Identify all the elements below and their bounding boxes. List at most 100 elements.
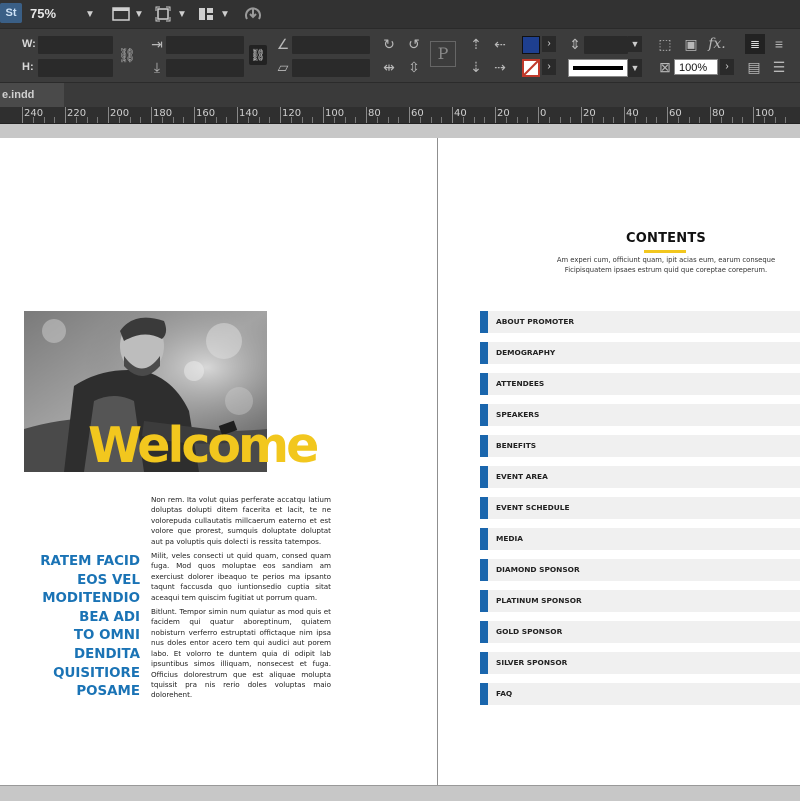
contents-item[interactable]: BENEFITS	[480, 435, 800, 457]
rotation-angle-field[interactable]	[292, 36, 370, 54]
ruler-major-tick	[538, 107, 539, 123]
stroke-weight-stepper-icon[interactable]: ⇕	[566, 36, 584, 52]
shear-angle-field[interactable]	[292, 59, 370, 77]
ruler-minor-tick	[473, 117, 475, 123]
contents-item-marker	[480, 435, 488, 457]
document-tab[interactable]: e.indd	[0, 83, 64, 107]
ruler-major-tick	[495, 107, 496, 123]
rotate-clockwise-icon[interactable]: ↻	[380, 36, 398, 52]
stroke-type-select[interactable]	[568, 59, 628, 77]
horizontal-ruler[interactable]: 240 220 200 180 160 140 120 100 80 60 40 20 0 20 40 60 8…	[0, 107, 800, 124]
contents-title[interactable]: CONTENTS	[518, 231, 800, 246]
rotate-counterclockwise-icon[interactable]: ↺	[405, 36, 423, 52]
opacity-chevron-right-icon[interactable]: ›	[720, 59, 734, 75]
select-next-icon[interactable]: ⇢	[491, 59, 509, 75]
ruler-minor-tick	[613, 117, 615, 123]
stroke-weight-field[interactable]	[584, 36, 628, 54]
ruler-minor-tick	[312, 117, 314, 123]
contents-item[interactable]: MEDIA	[480, 528, 800, 550]
constrain-proportions-icon[interactable]: ⛓	[118, 47, 136, 63]
welcome-heading[interactable]: Welcome	[88, 418, 319, 474]
contents-item[interactable]: EVENT AREA	[480, 466, 800, 488]
frame-fitting-icon[interactable]: ⬚	[656, 36, 674, 52]
contents-item[interactable]: PLATINUM SPONSOR	[480, 590, 800, 612]
ruler-major-tick	[108, 107, 109, 123]
align-center-icon[interactable]: ≡	[770, 36, 788, 52]
opacity-icon: ⊠	[659, 59, 671, 75]
stroke-type-chevron-icon[interactable]: ▼	[628, 59, 642, 77]
stroke-weight-chevron-icon[interactable]: ▼	[628, 36, 642, 52]
ruler-minor-tick	[527, 117, 529, 123]
ruler-minor-tick	[570, 117, 572, 123]
headline-line: EOS VEL	[77, 572, 140, 588]
reference-point-icon[interactable]: P	[430, 41, 456, 67]
ruler-tick-label: 0	[540, 108, 547, 119]
contents-item[interactable]: SPEAKERS	[480, 404, 800, 426]
zoom-chevron-down-icon[interactable]: ▼	[85, 9, 95, 20]
view-options-chevron-icon[interactable]: ▼	[134, 9, 144, 20]
ruler-minor-tick	[43, 117, 45, 123]
contents-item[interactable]: ATTENDEES	[480, 373, 800, 395]
ruler-major-tick	[452, 107, 453, 123]
body-text-column[interactable]: Non rem. Ita volut quias perferate accat…	[151, 495, 331, 705]
headline-line: POSAME	[76, 684, 140, 700]
select-container-icon[interactable]: ⇡	[467, 36, 485, 52]
ruler-minor-tick	[731, 117, 733, 123]
flip-vertical-icon[interactable]: ⇳	[405, 59, 423, 75]
screen-mode-icon[interactable]	[155, 6, 171, 22]
ruler-minor-tick	[634, 117, 636, 123]
contents-item[interactable]: DIAMOND SPONSOR	[480, 559, 800, 581]
text-wrap-icon[interactable]: ▤	[745, 59, 763, 75]
stroke-chevron-right-icon[interactable]: ›	[542, 59, 556, 75]
width-field[interactable]	[38, 36, 113, 54]
text-wrap-jump-icon[interactable]: ☰	[770, 59, 788, 75]
pull-quote-headline[interactable]: RATEM FACID EOS VEL MODITENDIO BEA ADI T…	[20, 553, 140, 702]
contents-item-marker	[480, 373, 488, 395]
ruler-minor-tick	[548, 117, 550, 123]
contents-subtitle[interactable]: Am experi cum, officiunt quam, ipit acia…	[540, 255, 792, 275]
contents-item-marker	[480, 497, 488, 519]
contents-item[interactable]: SILVER SPONSOR	[480, 652, 800, 674]
fill-chevron-right-icon[interactable]: ›	[542, 36, 556, 52]
arrange-chevron-icon[interactable]: ▼	[220, 9, 230, 20]
application-bar: St 75% ▼ ▼ ▼ ▼	[0, 0, 800, 29]
ruler-minor-tick	[720, 117, 722, 123]
scale-y-field[interactable]	[166, 59, 244, 77]
fill-color-swatch[interactable]	[522, 36, 540, 54]
contents-item[interactable]: ABOUT PROMOTER	[480, 311, 800, 333]
ruler-minor-tick	[656, 117, 658, 123]
ruler-minor-tick	[387, 117, 389, 123]
scale-x-field[interactable]	[166, 36, 244, 54]
align-text-icon[interactable]: ≣	[745, 34, 765, 54]
publish-online-icon[interactable]	[243, 5, 263, 23]
select-content-icon[interactable]: ⇣	[467, 59, 485, 75]
arrange-documents-icon[interactable]	[198, 7, 214, 21]
screen-mode-chevron-icon[interactable]: ▼	[177, 9, 187, 20]
view-options-icon[interactable]	[112, 7, 130, 21]
contents-item-marker	[480, 342, 488, 364]
drop-shadow-icon[interactable]: ▣	[682, 36, 700, 52]
opacity-field[interactable]: 100%	[674, 59, 718, 75]
zoom-level[interactable]: 75%	[30, 6, 56, 21]
contents-item-label: SPEAKERS	[496, 410, 540, 419]
headline-line: DENDITA	[73, 646, 140, 662]
contents-item-label: DEMOGRAPHY	[496, 348, 556, 357]
ruler-minor-tick	[54, 117, 56, 123]
ruler-major-tick	[151, 107, 152, 123]
ruler-minor-tick	[333, 117, 335, 123]
contents-item[interactable]: DEMOGRAPHY	[480, 342, 800, 364]
contents-item[interactable]: FAQ	[480, 683, 800, 705]
stroke-color-swatch[interactable]	[522, 59, 540, 77]
scale-y-icon: ⤓	[153, 59, 161, 75]
link-scale-icon[interactable]: ⛓	[249, 45, 267, 65]
effects-fx-icon[interactable]: fx.	[708, 36, 726, 52]
flip-horizontal-icon[interactable]: ⇹	[380, 59, 398, 75]
contents-item[interactable]: EVENT SCHEDULE	[480, 497, 800, 519]
contents-item[interactable]: GOLD SPONSOR	[480, 621, 800, 643]
ruler-major-tick	[65, 107, 66, 123]
ruler-minor-tick	[258, 117, 260, 123]
height-field[interactable]	[38, 59, 113, 77]
ruler-minor-tick	[602, 117, 604, 123]
ruler-minor-tick	[344, 117, 346, 123]
select-previous-icon[interactable]: ⇠	[491, 36, 509, 52]
